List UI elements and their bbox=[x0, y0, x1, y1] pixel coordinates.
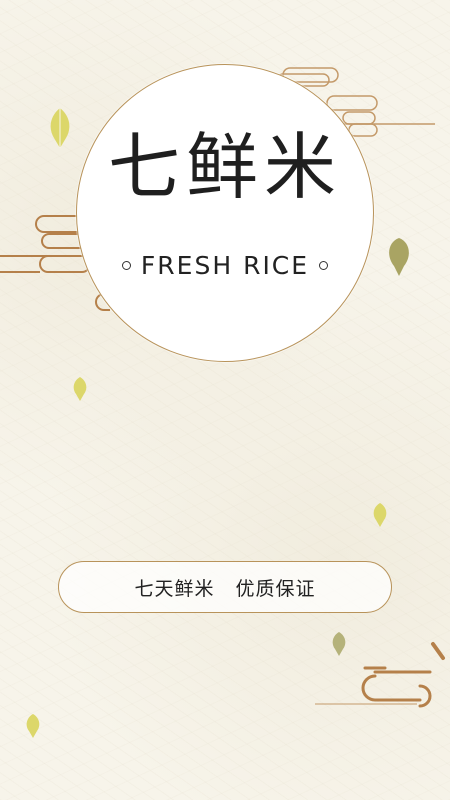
logo-subtitle-row: FRESH RICE bbox=[77, 251, 373, 280]
slogan-banner: 七天鲜米 优质保证 bbox=[58, 561, 392, 613]
rice-drop-icon bbox=[373, 503, 387, 527]
splash-screen: 七鲜米 FRESH RICE 七天鲜米 优质保证 bbox=[0, 0, 450, 800]
logo-title: 七鲜米 bbox=[107, 125, 342, 209]
rice-drop-icon bbox=[73, 377, 87, 401]
rice-drop-icon bbox=[332, 632, 346, 656]
ring-icon bbox=[121, 261, 131, 270]
rice-drop-icon bbox=[389, 238, 409, 276]
ring-icon bbox=[319, 261, 329, 270]
slogan-text: 七天鲜米 优质保证 bbox=[134, 577, 316, 600]
rice-drop-icon bbox=[26, 714, 40, 738]
rice-drop-icon bbox=[50, 108, 70, 148]
logo-subtitle: FRESH RICE bbox=[140, 251, 310, 280]
logo-circle: 七鲜米 FRESH RICE bbox=[76, 64, 374, 362]
